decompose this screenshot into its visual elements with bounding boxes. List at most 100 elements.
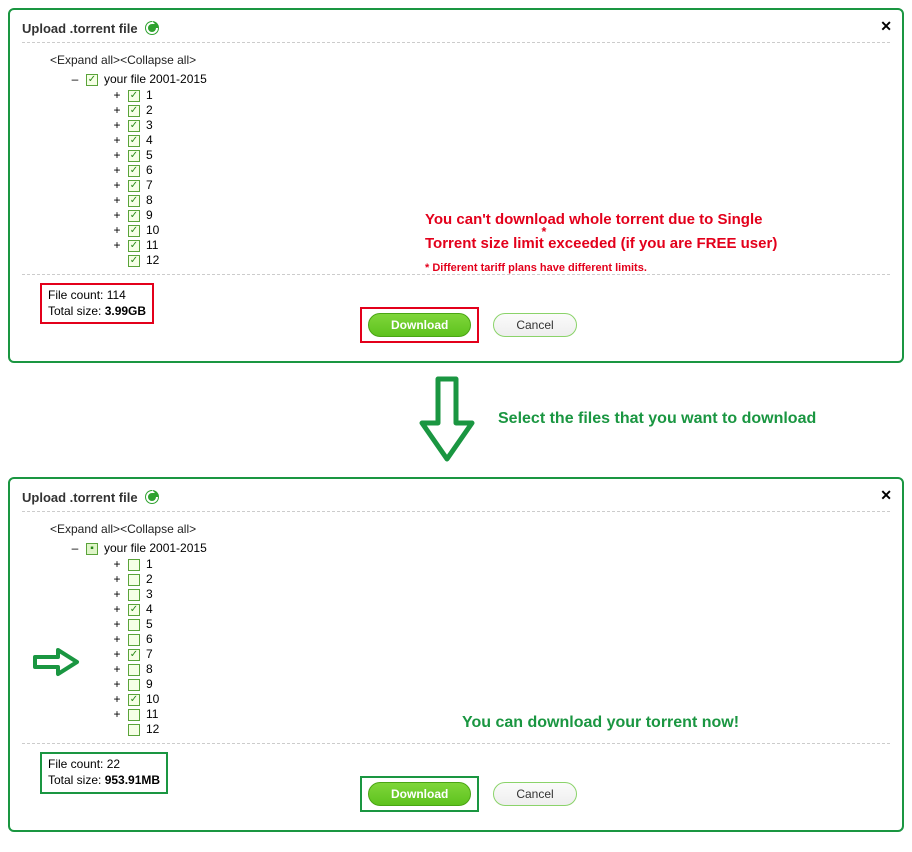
- button-area: Download Cancel: [360, 776, 577, 812]
- checkbox[interactable]: ✓: [128, 90, 140, 102]
- tree-item[interactable]: +3: [112, 587, 890, 602]
- refresh-icon[interactable]: [144, 489, 160, 505]
- checkbox[interactable]: ✓: [128, 240, 140, 252]
- expand-all-link[interactable]: <Expand all>: [50, 522, 120, 536]
- toggle-icon[interactable]: +: [112, 209, 122, 222]
- total-size-value: 953.91MB: [105, 773, 160, 787]
- toggle-icon[interactable]: +: [112, 663, 122, 676]
- checkbox[interactable]: ✓: [128, 210, 140, 222]
- checkbox-root[interactable]: ✓: [86, 74, 98, 86]
- tree-item[interactable]: +8: [112, 662, 890, 677]
- tree-item[interactable]: +✓3: [112, 118, 890, 133]
- arrow-down-icon: [418, 375, 476, 463]
- warn-line2: Torrent size limit exceeded (if you are …: [425, 230, 786, 254]
- tree-item[interactable]: +9: [112, 677, 890, 692]
- tree-item[interactable]: +1: [112, 557, 890, 572]
- tree-item[interactable]: +✓7: [112, 647, 890, 662]
- toggle-icon[interactable]: +: [112, 89, 122, 102]
- tree-item[interactable]: +2: [112, 572, 890, 587]
- checkbox[interactable]: ✓: [128, 649, 140, 661]
- tree-item[interactable]: +6: [112, 632, 890, 647]
- checkbox[interactable]: [128, 619, 140, 631]
- toggle-icon[interactable]: +: [112, 558, 122, 571]
- checkbox[interactable]: ✓: [128, 604, 140, 616]
- checkbox[interactable]: ✓: [128, 195, 140, 207]
- toggle-icon[interactable]: +: [112, 239, 122, 252]
- tree-item[interactable]: +✓4: [112, 133, 890, 148]
- toggle-icon[interactable]: +: [112, 633, 122, 646]
- summary-row: File count: 114 Total size: 3.99GB Downl…: [22, 283, 890, 343]
- checkbox[interactable]: ✓: [128, 165, 140, 177]
- toggle-icon[interactable]: +: [112, 708, 122, 721]
- collapse-all-link[interactable]: <Collapse all>: [120, 53, 196, 67]
- refresh-icon[interactable]: [144, 20, 160, 36]
- root-label: your file 2001-2015: [104, 73, 207, 86]
- tree-item[interactable]: + ✓ 5: [112, 148, 890, 163]
- checkbox[interactable]: ✓: [128, 225, 140, 237]
- toggle-icon[interactable]: +: [112, 134, 122, 147]
- tree-item[interactable]: +✓8: [112, 193, 890, 208]
- checkbox[interactable]: [128, 679, 140, 691]
- toggle-icon[interactable]: +: [112, 693, 122, 706]
- toggle-icon[interactable]: +: [112, 618, 122, 631]
- tree-item[interactable]: +✓10: [112, 692, 890, 707]
- toggle-icon[interactable]: +: [112, 588, 122, 601]
- checkbox[interactable]: ✓: [128, 135, 140, 147]
- tree-children: +1+2+3+✓4+5+6+✓7+8+9+✓10+1112: [112, 557, 890, 737]
- collapse-all-link[interactable]: <Collapse all>: [120, 522, 196, 536]
- checkbox[interactable]: [128, 724, 140, 736]
- checkbox[interactable]: [128, 634, 140, 646]
- tree-item[interactable]: +5: [112, 617, 890, 632]
- toggle-icon[interactable]: –: [70, 73, 80, 86]
- checkbox[interactable]: ✓: [128, 120, 140, 132]
- toggle-icon[interactable]: +: [112, 603, 122, 616]
- checkbox[interactable]: [128, 589, 140, 601]
- close-icon[interactable]: ✕: [880, 487, 892, 504]
- toggle-icon[interactable]: +: [112, 648, 122, 661]
- toggle-icon[interactable]: +: [112, 164, 122, 177]
- tree-root[interactable]: – ✓ your file 2001-2015: [70, 73, 890, 86]
- file-count-label: File count:: [48, 288, 107, 302]
- close-icon[interactable]: ✕: [880, 18, 892, 35]
- checkbox[interactable]: [128, 664, 140, 676]
- item-label: 3: [146, 588, 153, 601]
- item-label: 5: [146, 149, 153, 162]
- download-button[interactable]: Download: [368, 313, 471, 337]
- checkbox[interactable]: [128, 574, 140, 586]
- cancel-button[interactable]: Cancel: [493, 313, 576, 337]
- tree-item[interactable]: +✓4: [112, 602, 890, 617]
- checkbox[interactable]: ✓: [128, 150, 140, 162]
- success-message: You can download your torrent now!: [462, 714, 739, 732]
- checkbox[interactable]: ✓: [128, 105, 140, 117]
- toggle-icon[interactable]: –: [70, 542, 80, 555]
- toggle-icon[interactable]: +: [112, 573, 122, 586]
- checkbox[interactable]: ✓: [128, 694, 140, 706]
- cancel-button[interactable]: Cancel: [493, 782, 576, 806]
- checkbox-root[interactable]: ▪: [86, 543, 98, 555]
- checkbox[interactable]: ✓: [128, 255, 140, 267]
- tree-controls: <Expand all><Collapse all>: [50, 522, 890, 536]
- tree-root[interactable]: – ▪ your file 2001-2015: [70, 542, 890, 555]
- tree-item[interactable]: +✓6: [112, 163, 890, 178]
- tree-item[interactable]: +✓2: [112, 103, 890, 118]
- toggle-icon[interactable]: +: [112, 179, 122, 192]
- tree-item[interactable]: +✓7: [112, 178, 890, 193]
- total-size-label: Total size:: [48, 773, 105, 787]
- asterisk: *: [542, 225, 547, 239]
- instruction-text: Select the files that you want to downlo…: [498, 410, 816, 428]
- download-button[interactable]: Download: [368, 782, 471, 806]
- checkbox[interactable]: [128, 709, 140, 721]
- toggle-icon[interactable]: +: [112, 119, 122, 132]
- toggle-icon[interactable]: +: [112, 149, 122, 162]
- toggle-icon[interactable]: +: [112, 104, 122, 117]
- toggle-icon[interactable]: +: [112, 194, 122, 207]
- arrow-right-icon: [32, 647, 80, 677]
- download-highlight: Download: [360, 307, 479, 343]
- expand-all-link[interactable]: <Expand all>: [50, 53, 120, 67]
- checkbox[interactable]: ✓: [128, 180, 140, 192]
- toggle-icon[interactable]: +: [112, 678, 122, 691]
- toggle-icon[interactable]: +: [112, 224, 122, 237]
- checkbox[interactable]: [128, 559, 140, 571]
- dialog-header: Upload .torrent file ✕: [22, 489, 890, 505]
- tree-item[interactable]: +✓1: [112, 88, 890, 103]
